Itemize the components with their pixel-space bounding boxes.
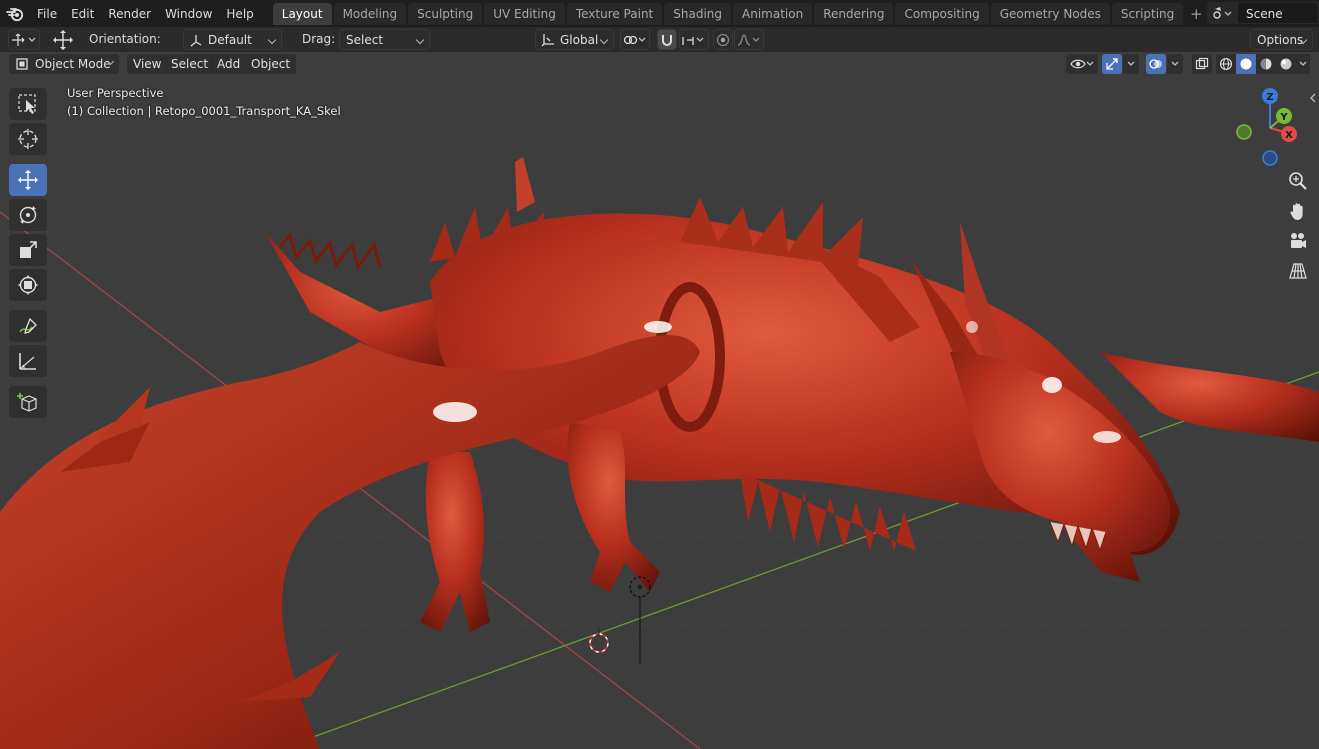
menu-view[interactable]: View — [127, 54, 168, 74]
tab-shading[interactable]: Shading — [664, 3, 731, 25]
transform-space-value: Global — [560, 33, 599, 47]
orientation-label: Orientation: — [89, 32, 161, 46]
tab-rendering[interactable]: Rendering — [814, 3, 894, 25]
transform-orientation-dropdown[interactable]: Global — [535, 29, 614, 50]
drag-label: Drag: — [302, 32, 336, 46]
gizmo-neg-z-axis — [1262, 150, 1278, 166]
gizmo-z-label: Z — [1266, 92, 1273, 103]
tab-animation[interactable]: Animation — [733, 3, 813, 25]
zoom-view-icon[interactable] — [1285, 168, 1311, 194]
rendered-shading-icon[interactable] — [1276, 54, 1296, 74]
gizmo-toggle-icon[interactable] — [1102, 54, 1122, 74]
move-tool-button-icon[interactable] — [9, 164, 47, 196]
xray-toggle-icon[interactable] — [1192, 54, 1212, 74]
menu-window[interactable]: Window — [158, 3, 219, 25]
annotate-tool-icon[interactable] — [9, 310, 47, 342]
menu-object[interactable]: Object — [245, 54, 297, 74]
3d-viewport[interactable]: Object Mode View Select Add Object User … — [0, 52, 1319, 749]
drag-dropdown[interactable]: Select Box — [339, 29, 430, 68]
tool-shelf — [9, 88, 47, 421]
menu-edit[interactable]: Edit — [64, 3, 101, 25]
orientation-axes-icon — [189, 33, 203, 54]
scene-selector[interactable]: Scene — [1207, 2, 1319, 24]
tab-scripting[interactable]: Scripting — [1111, 3, 1184, 25]
measure-tool-icon[interactable] — [9, 345, 47, 377]
add-workspace-button[interactable]: + — [1185, 3, 1207, 25]
gizmo-neg-y-axis — [1236, 124, 1252, 140]
perspective-label: User Perspective — [67, 86, 164, 100]
menu-add[interactable]: Add — [211, 54, 247, 74]
snap-toggle-magnet-icon[interactable] — [657, 29, 677, 50]
tab-sculpting[interactable]: Sculpting — [408, 3, 483, 25]
solid-shading-icon[interactable] — [1236, 54, 1256, 74]
tab-uv-editing[interactable]: UV Editing — [484, 3, 565, 25]
global-axes-icon — [541, 33, 555, 54]
sidebar-collapse-arrow-icon[interactable] — [1309, 92, 1317, 106]
visibility-dropdown[interactable] — [1066, 54, 1098, 74]
proportional-editing-icon[interactable] — [713, 29, 733, 50]
proportional-falloff-dropdown[interactable] — [734, 29, 764, 50]
tab-modeling[interactable]: Modeling — [333, 3, 407, 25]
navigation-gizmo[interactable]: Z X Y — [1230, 86, 1310, 166]
scene-name-field[interactable]: Scene — [1237, 2, 1319, 24]
overlays-toggle-icon[interactable] — [1146, 54, 1166, 74]
pan-view-hand-icon[interactable] — [1285, 198, 1311, 224]
orientation-value: Default — [208, 33, 252, 47]
options-label: Options — [1257, 33, 1304, 47]
mode-dropdown[interactable]: Object Mode — [9, 54, 119, 74]
scene-icon[interactable] — [1207, 2, 1237, 24]
scale-tool-icon[interactable] — [9, 234, 47, 266]
menu-help[interactable]: Help — [219, 3, 260, 25]
mode-value: Object Mode — [35, 57, 111, 71]
options-dropdown[interactable]: Options — [1250, 29, 1313, 50]
shading-dropdown-chevron-icon[interactable] — [1296, 54, 1310, 74]
move-tool-icon — [50, 29, 76, 50]
add-cube-tool-icon[interactable] — [9, 386, 47, 418]
camera-view-icon[interactable] — [1285, 228, 1311, 254]
transform-tool-icon[interactable] — [9, 269, 47, 301]
material-preview-shading-icon[interactable] — [1256, 54, 1276, 74]
orientation-dropdown[interactable]: Default — [183, 29, 282, 50]
cursor-tool-icon[interactable] — [9, 123, 47, 155]
workspace-tabs: Layout Modeling Sculpting UV Editing Tex… — [272, 0, 1208, 27]
menu-render[interactable]: Render — [101, 3, 158, 25]
gizmo-x-label: X — [1285, 130, 1293, 141]
menu-file[interactable]: File — [30, 3, 64, 25]
wireframe-shading-icon[interactable] — [1216, 54, 1236, 74]
tab-layout[interactable]: Layout — [272, 3, 332, 25]
viewport-scene[interactable] — [0, 52, 1319, 749]
tool-select-dropdown[interactable] — [8, 29, 40, 50]
top-bar: File Edit Render Window Help Layout Mode… — [0, 0, 1319, 27]
collection-label: (1) Collection | Retopo_0001_Transport_K… — [67, 104, 341, 118]
shading-mode-group — [1216, 54, 1310, 74]
blender-logo-icon[interactable] — [0, 0, 30, 27]
tab-compositing[interactable]: Compositing — [895, 3, 989, 25]
select-box-tool-icon[interactable] — [9, 88, 47, 120]
snap-target-dropdown[interactable] — [679, 29, 709, 50]
pivot-point-dropdown[interactable] — [620, 29, 650, 50]
tab-texture-paint[interactable]: Texture Paint — [566, 3, 663, 25]
gizmo-y-label: Y — [1279, 112, 1288, 123]
rotate-tool-icon[interactable] — [9, 199, 47, 231]
toggle-perspective-grid-icon[interactable] — [1285, 258, 1311, 284]
overlays-dropdown-chevron-icon[interactable] — [1167, 54, 1183, 74]
viewport-header: Object Mode View Select Add Object — [0, 52, 1319, 103]
menu-select[interactable]: Select — [165, 54, 215, 74]
gizmo-dropdown-chevron-icon[interactable] — [1123, 54, 1139, 74]
tab-geometry-nodes[interactable]: Geometry Nodes — [990, 3, 1110, 25]
object-mode-icon — [15, 57, 29, 77]
tool-settings-bar: Orientation: Default Drag: Select Box Gl… — [0, 27, 1319, 68]
